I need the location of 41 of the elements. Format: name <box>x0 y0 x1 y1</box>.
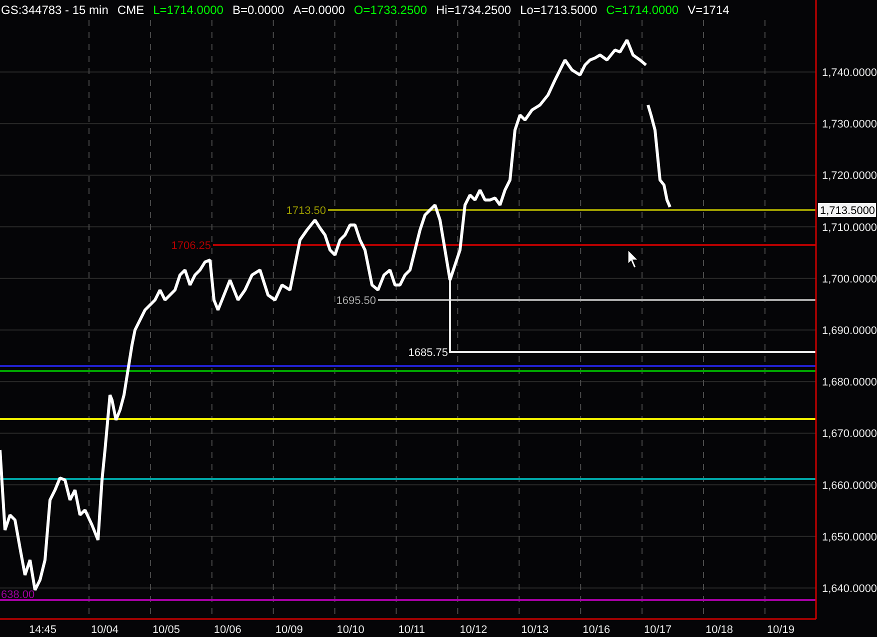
axis-label: 1,690.0000 <box>822 325 877 337</box>
axis-label: 14:45 <box>29 624 57 636</box>
quote-field: CME <box>117 3 144 17</box>
level-label: 1706.25 <box>171 240 211 252</box>
axis-label: 1,650.0000 <box>822 531 877 544</box>
axis-label: 10/17 <box>644 624 672 636</box>
quote-field: GS:344783 - 15 min <box>1 3 108 17</box>
axis-label: 10/09 <box>275 624 303 636</box>
price-tag: 1,713.5000 <box>818 203 876 217</box>
axis-label: 10/12 <box>460 624 488 636</box>
axis-label: 1,640.0000 <box>822 583 877 595</box>
level-label: 1695.50 <box>336 295 376 307</box>
axis-label: 10/18 <box>706 624 734 636</box>
axis-label: 1,720.0000 <box>822 170 877 182</box>
quote-field: A=0.0000 <box>293 3 345 17</box>
axis-label: 10/06 <box>214 624 242 636</box>
axis-label: 1,710.0000 <box>822 222 877 234</box>
quote-field: V=1714 <box>688 3 730 17</box>
axis-label: 1,680.0000 <box>822 376 877 389</box>
axis-label: 10/16 <box>582 624 610 636</box>
axis-label: 10/11 <box>398 624 425 636</box>
axis-label: 10/19 <box>766 624 794 636</box>
axis-label: 10/10 <box>336 624 364 636</box>
quote-field: L=1714.0000 <box>153 3 224 17</box>
quote-field: Lo=1713.5000 <box>520 3 598 17</box>
level-label: 1685.75 <box>408 347 448 359</box>
axis-label: 10/13 <box>521 624 549 636</box>
quote-field: Hi=1734.2500 <box>436 3 512 17</box>
axis-label: 1,670.0000 <box>822 428 877 440</box>
axis-label: 1,740.0000 <box>822 67 877 79</box>
axis-label: 10/04 <box>91 624 119 636</box>
axis-label: 10/05 <box>152 624 180 636</box>
mouse-pointer-icon <box>628 249 639 268</box>
axis-label: 1,660.0000 <box>822 480 877 492</box>
axis-label: 1,700.0000 <box>822 273 877 286</box>
level-label: 1713.50 <box>286 205 326 217</box>
axis-label: 1,730.0000 <box>822 118 877 131</box>
level-label: 638.00 <box>1 589 35 601</box>
quote-field: B=0.0000 <box>232 3 284 17</box>
quote-field: C=1714.0000 <box>606 3 679 17</box>
quote-field: O=1733.2500 <box>354 3 427 17</box>
